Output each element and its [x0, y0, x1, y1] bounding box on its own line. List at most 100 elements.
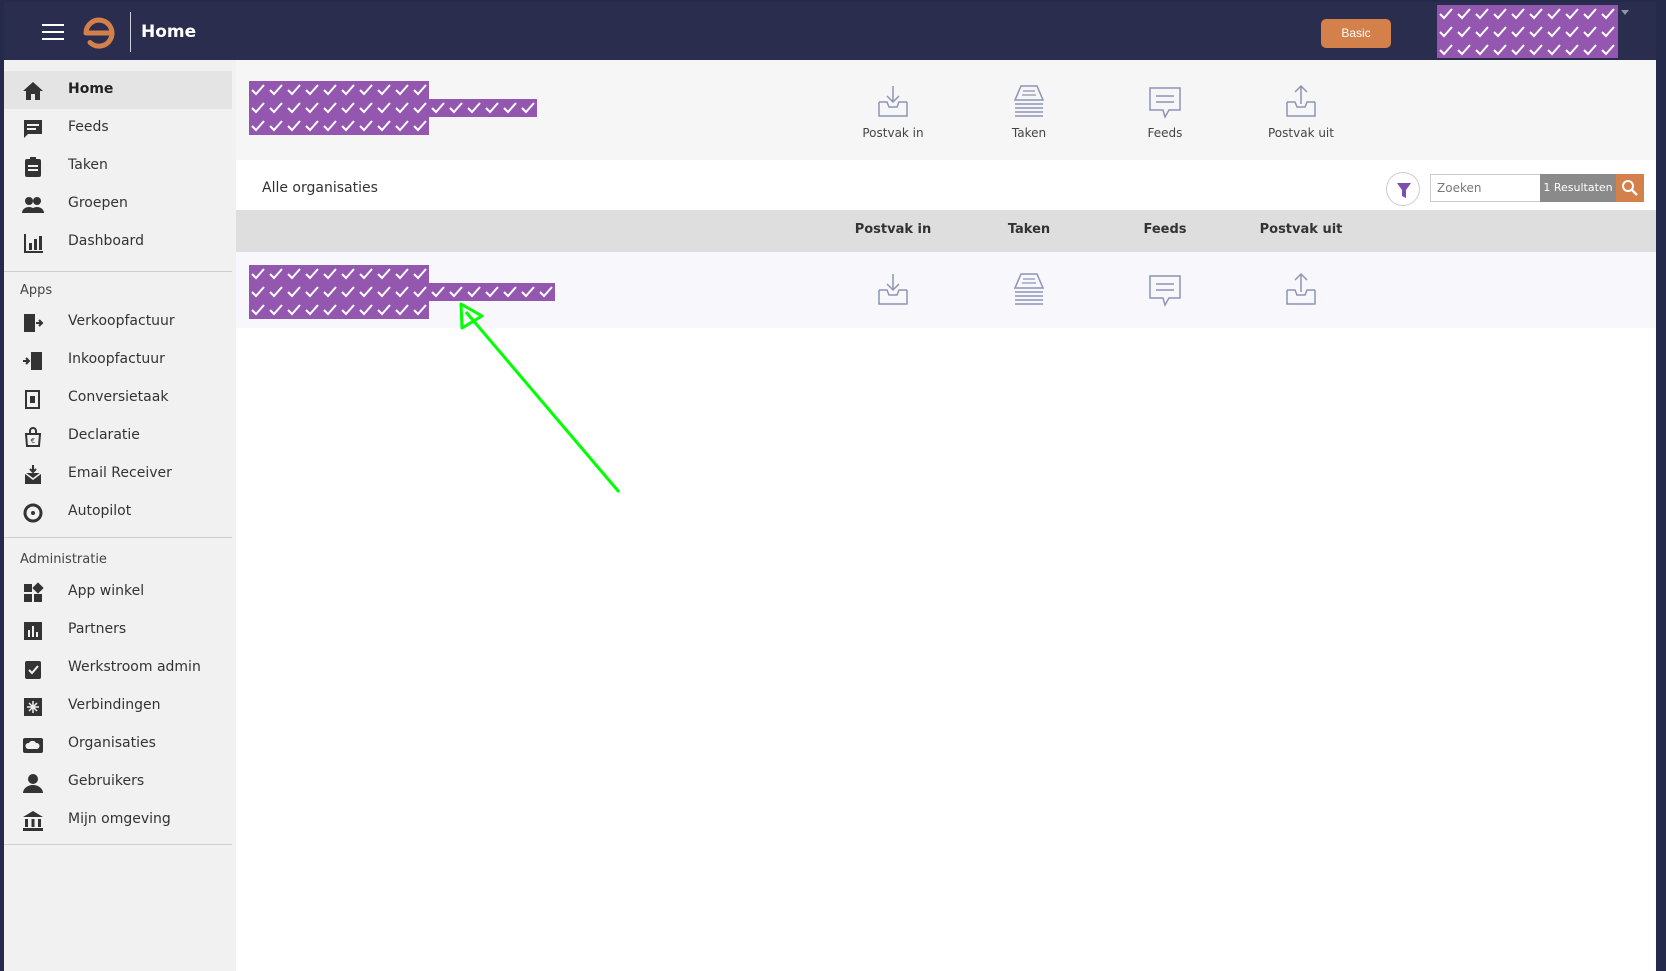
filter-button[interactable] — [1386, 172, 1420, 206]
chevron-down-icon[interactable] — [1621, 10, 1629, 15]
summary-inbox[interactable]: Postvak in — [838, 82, 948, 152]
main-content: Postvak in Taken Feeds Postvak uit Alle … — [236, 60, 1656, 971]
column-header[interactable]: Postvak in — [828, 222, 958, 237]
sidebar-item-declaratie[interactable]: € Declaratie — [4, 417, 232, 455]
sidebar-item-email-receiver[interactable]: Email Receiver — [4, 455, 232, 493]
sidebar-item-app-winkel[interactable]: App winkel — [4, 573, 232, 611]
sidebar-item-feeds[interactable]: Feeds — [4, 109, 232, 147]
organisation-name-redacted[interactable] — [249, 283, 555, 301]
apps-section-title: Apps — [20, 283, 53, 298]
users-icon — [23, 774, 43, 793]
admin-section-title: Administratie — [20, 552, 107, 567]
sidebar-item-label: Autopilot — [68, 503, 132, 519]
sidebar-item-taken[interactable]: Taken — [4, 147, 232, 185]
sales-invoice-icon — [24, 314, 44, 332]
filter-icon — [1397, 183, 1411, 198]
conversion-icon — [25, 390, 40, 409]
column-header[interactable]: Taken — [964, 222, 1094, 237]
search-icon — [1622, 180, 1638, 196]
organisation-name-redacted — [249, 81, 429, 99]
summary-taken[interactable]: Taken — [974, 82, 1084, 152]
column-header[interactable]: Feeds — [1100, 222, 1230, 237]
menu-icon[interactable] — [42, 24, 64, 40]
chat-icon — [1149, 87, 1181, 119]
summary-panel: Postvak in Taken Feeds Postvak uit — [236, 60, 1656, 160]
sidebar-item-inkoopfactuur[interactable]: Inkoopfactuur — [4, 341, 232, 379]
sidebar-item-label: Verbindingen — [68, 697, 161, 713]
row-taken[interactable] — [974, 270, 1084, 314]
table-row[interactable] — [236, 252, 1656, 328]
search-input[interactable] — [1430, 174, 1540, 202]
outbox-icon — [1286, 84, 1316, 117]
environment-icon — [23, 811, 43, 831]
sidebar-item-label: Mijn omgeving — [68, 811, 171, 827]
results-badge: 1 Resultaten — [1540, 174, 1616, 202]
app-logo[interactable] — [80, 14, 118, 52]
scrollbar[interactable] — [1656, 58, 1666, 971]
sidebar-item-partners[interactable]: Partners — [4, 611, 232, 649]
organisations-icon — [23, 738, 43, 753]
sidebar-divider — [4, 537, 232, 538]
search-button[interactable] — [1616, 174, 1644, 202]
sidebar-item-label: Organisaties — [68, 735, 156, 751]
app-window: Home Basic Home Feeds Taken Groepen Dash… — [4, 2, 1656, 971]
connections-icon — [24, 698, 42, 716]
sidebar-item-label: Taken — [68, 157, 108, 173]
groups-icon — [22, 197, 44, 213]
summary-label: Taken — [1011, 126, 1047, 140]
sidebar-item-label: Feeds — [68, 119, 109, 135]
dashboard-icon — [24, 234, 43, 253]
column-header[interactable]: Postvak uit — [1236, 222, 1366, 237]
organisation-name-redacted[interactable] — [249, 265, 429, 283]
sidebar-item-conversietaak[interactable]: Conversietaak — [4, 379, 232, 417]
sidebar-item-gebruikers[interactable]: Gebruikers — [4, 763, 232, 801]
workflow-icon — [25, 661, 41, 679]
list-title: Alle organisaties — [262, 180, 378, 196]
sidebar-item-autopilot[interactable]: Autopilot — [4, 493, 232, 531]
sidebar-item-groepen[interactable]: Groepen — [4, 185, 232, 223]
partners-icon — [24, 622, 42, 640]
organisation-name-redacted — [249, 117, 429, 135]
sidebar-item-label: Verkoopfactuur — [68, 313, 175, 329]
sidebar-item-label: Gebruikers — [68, 773, 145, 789]
sidebar-item-label: Inkoopfactuur — [68, 351, 165, 367]
row-outbox[interactable] — [1246, 270, 1356, 314]
summary-label: Postvak in — [862, 126, 924, 140]
organisation-name-redacted[interactable] — [249, 301, 429, 319]
sidebar-item-home[interactable]: Home — [4, 71, 232, 109]
sidebar-item-organisaties[interactable]: Organisaties — [4, 725, 232, 763]
sidebar-divider — [4, 844, 232, 845]
plan-button[interactable]: Basic — [1321, 19, 1391, 48]
sidebar-item-werkstroom-admin[interactable]: Werkstroom admin — [4, 649, 232, 687]
sidebar-item-verkoopfactuur[interactable]: Verkoopfactuur — [4, 303, 232, 341]
autopilot-icon — [23, 503, 43, 523]
sidebar-item-label: Dashboard — [68, 233, 144, 249]
sidebar-item-label: Conversietaak — [68, 389, 169, 405]
user-menu[interactable] — [1437, 5, 1618, 58]
sidebar-item-label: Home — [68, 81, 114, 97]
feeds-icon — [24, 120, 42, 138]
row-inbox[interactable] — [838, 270, 948, 314]
list-header: Alle organisaties 1 Resultaten — [236, 160, 1656, 210]
summary-outbox[interactable]: Postvak uit — [1246, 82, 1356, 152]
sidebar-item-dashboard[interactable]: Dashboard — [4, 223, 232, 261]
row-feeds[interactable] — [1110, 270, 1220, 314]
table-header: Postvak in Taken Feeds Postvak uit — [236, 210, 1656, 252]
summary-feeds[interactable]: Feeds — [1110, 82, 1220, 152]
chat-icon — [1149, 275, 1181, 307]
svg-text:€: € — [31, 437, 35, 445]
sidebar-item-label: Declaratie — [68, 427, 140, 443]
sidebar-item-mijn-omgeving[interactable]: Mijn omgeving — [4, 801, 232, 839]
expense-icon: € — [24, 427, 42, 447]
inbox-icon — [878, 274, 908, 305]
tasks-stack-icon — [1013, 85, 1045, 117]
summary-label: Postvak uit — [1268, 126, 1334, 140]
sidebar-item-verbindingen[interactable]: Verbindingen — [4, 687, 232, 725]
outbox-icon — [1286, 272, 1316, 305]
sidebar-item-label: Werkstroom admin — [68, 659, 201, 675]
sidebar-divider — [4, 271, 232, 272]
sidebar-item-label: Groepen — [68, 195, 128, 211]
organisation-name-redacted — [249, 99, 537, 117]
sidebar-item-label: Email Receiver — [68, 465, 172, 481]
email-receiver-icon — [24, 465, 42, 484]
